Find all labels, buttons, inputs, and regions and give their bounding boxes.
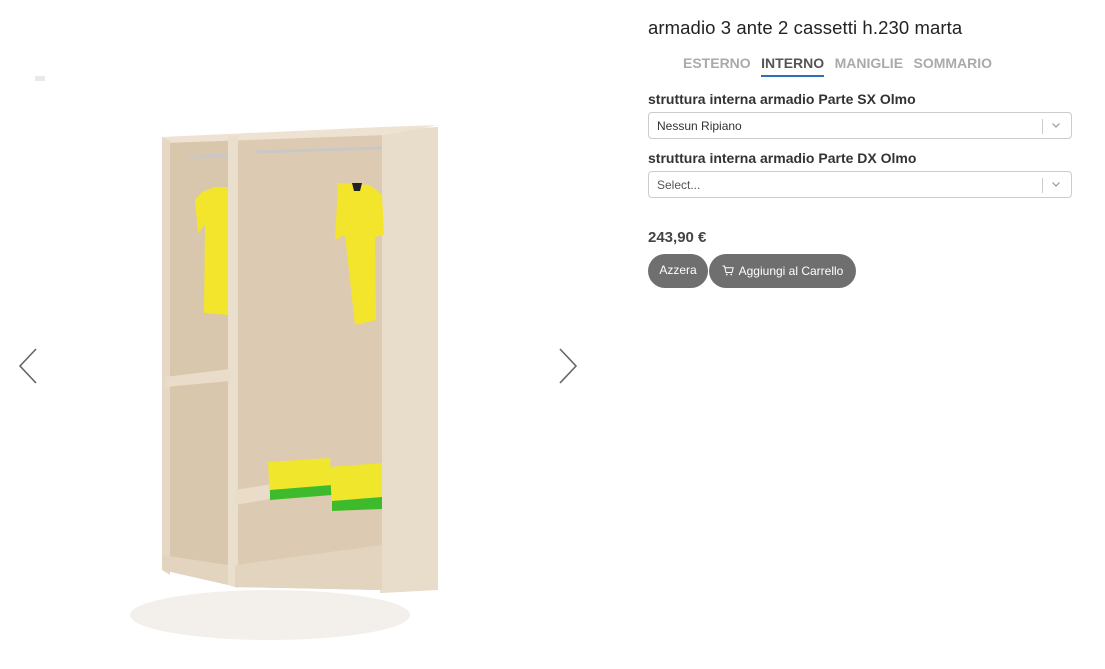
tab-esterno[interactable]: ESTERNO (683, 55, 751, 75)
tab-sommario[interactable]: SOMMARIO (914, 55, 993, 75)
right-interior-select[interactable]: Select... (648, 171, 1072, 198)
select-separator (1042, 119, 1043, 134)
gallery-prev-button[interactable] (16, 346, 40, 386)
add-to-cart-button[interactable]: Aggiungi al Carrello (709, 254, 856, 288)
left-interior-label: struttura interna armadio Parte SX Olmo (648, 91, 916, 107)
chevron-down-icon (1052, 123, 1060, 128)
cart-icon (722, 265, 734, 276)
tab-interno[interactable]: INTERNO (761, 55, 825, 77)
left-interior-select[interactable]: Nessun Ripiano (648, 112, 1072, 139)
image-corner-mark (35, 76, 45, 81)
right-interior-placeholder: Select... (657, 178, 701, 192)
add-to-cart-label: Aggiungi al Carrello (738, 264, 844, 278)
configurator-tabs: ESTERNO INTERNO MANIGLIE SOMMARIO (683, 55, 998, 79)
chevron-right-icon (559, 348, 578, 384)
chevron-down-icon (1052, 182, 1060, 187)
reset-button[interactable]: Azzera (648, 254, 708, 288)
chevron-left-icon (18, 348, 37, 384)
wardrobe-product-image (130, 125, 438, 640)
left-interior-value: Nessun Ripiano (657, 119, 742, 133)
right-interior-label: struttura interna armadio Parte DX Olmo (648, 150, 917, 166)
tab-maniglie[interactable]: MANIGLIE (835, 55, 903, 75)
product-title: armadio 3 ante 2 cassetti h.230 marta (648, 17, 963, 38)
gallery-next-button[interactable] (556, 346, 580, 386)
select-separator (1042, 178, 1043, 193)
product-image-gallery (0, 0, 600, 669)
product-price: 243,90 € (648, 229, 707, 246)
